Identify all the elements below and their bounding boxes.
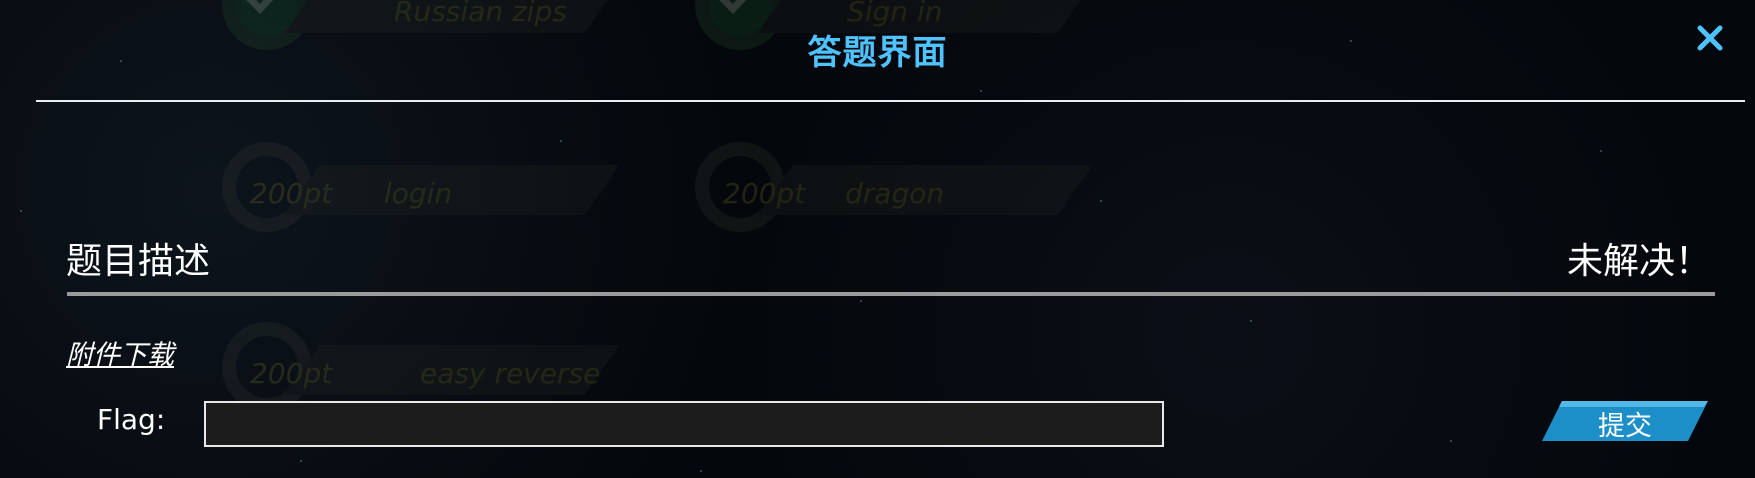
star: [20, 210, 22, 212]
submit-button[interactable]: 提交: [1542, 401, 1708, 442]
description-divider: [67, 292, 1715, 296]
challenge-points: 200pt: [250, 357, 333, 390]
flag-label: Flag:: [97, 403, 166, 436]
challenge-tile: 200pt dragon: [695, 137, 1115, 247]
challenge-name: easy reverse: [420, 357, 601, 390]
challenge-points: 200pt: [723, 177, 806, 210]
challenge-name: Russian zips: [394, 0, 567, 28]
challenge-points: 200pt: [250, 177, 333, 210]
star: [1600, 150, 1602, 152]
star: [700, 470, 702, 472]
header-divider: [36, 100, 1745, 102]
challenge-name: dragon: [845, 177, 945, 210]
star: [980, 90, 982, 92]
check-icon: [246, 0, 274, 15]
submit-button-label: 提交: [1598, 411, 1652, 442]
challenge-name: login: [384, 177, 453, 210]
star: [860, 300, 862, 302]
challenge-board-background: Russian zips Sign in 200pt login 200pt d…: [0, 0, 1755, 478]
challenge-name: Sign in: [847, 0, 943, 28]
challenge-tile: 200pt login: [222, 137, 642, 247]
star: [1450, 440, 1452, 442]
modal-title: 答题界面: [807, 33, 948, 73]
close-icon[interactable]: [1694, 22, 1726, 54]
attachment-download-link[interactable]: 附件下载: [66, 333, 174, 372]
star: [300, 460, 302, 462]
status-label: 未解决！: [1566, 241, 1711, 282]
flag-input[interactable]: [204, 401, 1164, 447]
star: [1250, 320, 1252, 322]
check-icon: [719, 0, 747, 15]
description-heading: 题目描述: [66, 241, 211, 282]
